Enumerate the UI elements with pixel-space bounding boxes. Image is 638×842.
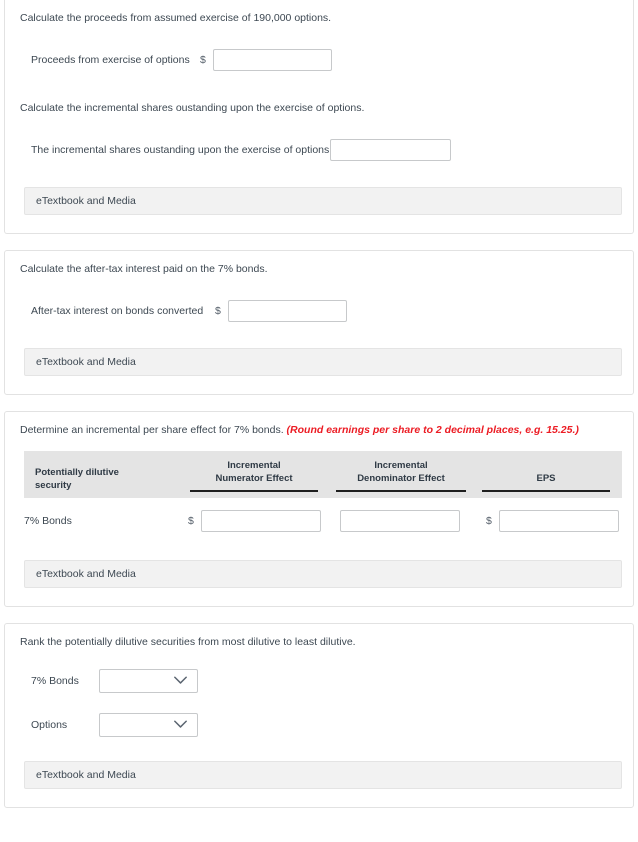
bottom-spacer xyxy=(0,824,638,830)
input-after-tax-interest[interactable] xyxy=(227,300,347,322)
currency-symbol: $ xyxy=(215,305,221,317)
etextbook-and-media-button[interactable]: eTextbook and Media xyxy=(24,187,622,215)
field-label-after-tax-interest: After-tax interest on bonds converted xyxy=(31,305,204,317)
input-denominator-effect[interactable] xyxy=(340,510,460,532)
column-header-line2: security xyxy=(35,480,72,491)
cell-security-name: 7% Bonds xyxy=(24,515,72,527)
prompt-text: Calculate the after-tax interest paid on… xyxy=(20,251,618,276)
prompt-main: Calculate the proceeds from assumed exer… xyxy=(20,12,332,24)
question-card-after-tax-interest: Calculate the after-tax interest paid on… xyxy=(4,250,634,395)
question-card-options-proceeds: Calculate the proceeds from assumed exer… xyxy=(4,0,634,234)
column-header-line1: Incremental xyxy=(227,460,281,471)
currency-symbol: $ xyxy=(486,515,492,527)
column-header-security: Potentially dilutive security xyxy=(24,451,176,498)
table-header: Potentially dilutive security Incrementa… xyxy=(24,451,622,498)
column-header-line2: EPS xyxy=(536,473,556,484)
column-header-line2: Numerator Effect xyxy=(215,473,293,484)
etextbook-label: eTextbook and Media xyxy=(36,356,136,368)
etextbook-and-media-button[interactable]: eTextbook and Media xyxy=(24,348,622,376)
column-header-line2: Denominator Effect xyxy=(357,473,445,484)
prompt-text: Determine an incremental per share effec… xyxy=(20,412,618,437)
field-row-proceeds: Proceeds from exercise of options $ xyxy=(20,49,618,71)
prompt-main: Rank the potentially dilutive securities… xyxy=(20,636,356,648)
input-eps[interactable] xyxy=(498,510,619,532)
column-header-denominator-effect: Incremental Denominator Effect xyxy=(328,451,474,498)
field-row-incremental-shares: The incremental shares oustanding upon t… xyxy=(20,139,618,161)
rank-select-bonds-wrapper xyxy=(99,669,198,693)
rank-select-options-wrapper xyxy=(99,713,198,737)
rounding-hint: (Round earnings per share to 2 decimal p… xyxy=(286,424,579,436)
etextbook-label: eTextbook and Media xyxy=(36,195,136,207)
rank-label-bonds: 7% Bonds xyxy=(31,675,79,687)
field-label-proceeds: Proceeds from exercise of options xyxy=(31,54,190,66)
etextbook-and-media-button[interactable]: eTextbook and Media xyxy=(24,761,622,789)
column-header-eps: EPS xyxy=(474,451,622,498)
table-header-row: Potentially dilutive security Incrementa… xyxy=(24,451,622,498)
dilutive-table-wrapper: Potentially dilutive security Incrementa… xyxy=(24,451,622,542)
field-label-incremental-shares: The incremental shares oustanding upon t… xyxy=(31,144,330,156)
input-proceeds-from-exercise[interactable] xyxy=(212,49,332,71)
etextbook-and-media-button[interactable]: eTextbook and Media xyxy=(24,560,622,588)
prompt-main: Determine an incremental per share effec… xyxy=(20,424,284,436)
assignment-page: Calculate the proceeds from assumed exer… xyxy=(0,0,638,830)
input-numerator-effect[interactable] xyxy=(200,510,321,532)
rank-select-options[interactable] xyxy=(99,713,198,737)
prompt-text: Calculate the incremental shares oustand… xyxy=(20,71,618,115)
currency-symbol: $ xyxy=(200,54,206,66)
column-header-numerator-effect: Incremental Numerator Effect xyxy=(176,451,328,498)
rank-row-options: Options xyxy=(20,713,618,737)
cell-eps: $ xyxy=(474,498,622,542)
prompt-text: Calculate the proceeds from assumed exer… xyxy=(20,0,618,25)
field-row-after-tax-interest: After-tax interest on bonds converted $ xyxy=(20,300,618,322)
table-body: 7% Bonds $ $ xyxy=(24,498,622,542)
question-card-rank-dilutive: Rank the potentially dilutive securities… xyxy=(4,623,634,808)
prompt-text: Rank the potentially dilutive securities… xyxy=(20,624,618,649)
rank-label-options: Options xyxy=(31,719,68,731)
column-header-line1: Potentially dilutive xyxy=(35,467,119,478)
prompt-main: Calculate the after-tax interest paid on… xyxy=(20,263,268,275)
rank-row-bonds: 7% Bonds xyxy=(20,669,618,693)
column-header-line1: Incremental xyxy=(374,460,428,471)
rank-select-bonds[interactable] xyxy=(99,669,198,693)
etextbook-label: eTextbook and Media xyxy=(36,769,136,781)
prompt-main: Calculate the incremental shares oustand… xyxy=(20,102,365,114)
cell-numerator-effect: $ xyxy=(176,498,328,542)
currency-symbol: $ xyxy=(188,515,194,527)
input-incremental-shares[interactable] xyxy=(330,139,451,161)
cell-denominator-effect xyxy=(328,498,474,542)
question-card-incremental-per-share-effect: Determine an incremental per share effec… xyxy=(4,411,634,607)
etextbook-label: eTextbook and Media xyxy=(36,568,136,580)
table-row: 7% Bonds $ $ xyxy=(24,498,622,542)
dilutive-securities-table: Potentially dilutive security Incrementa… xyxy=(24,451,622,542)
